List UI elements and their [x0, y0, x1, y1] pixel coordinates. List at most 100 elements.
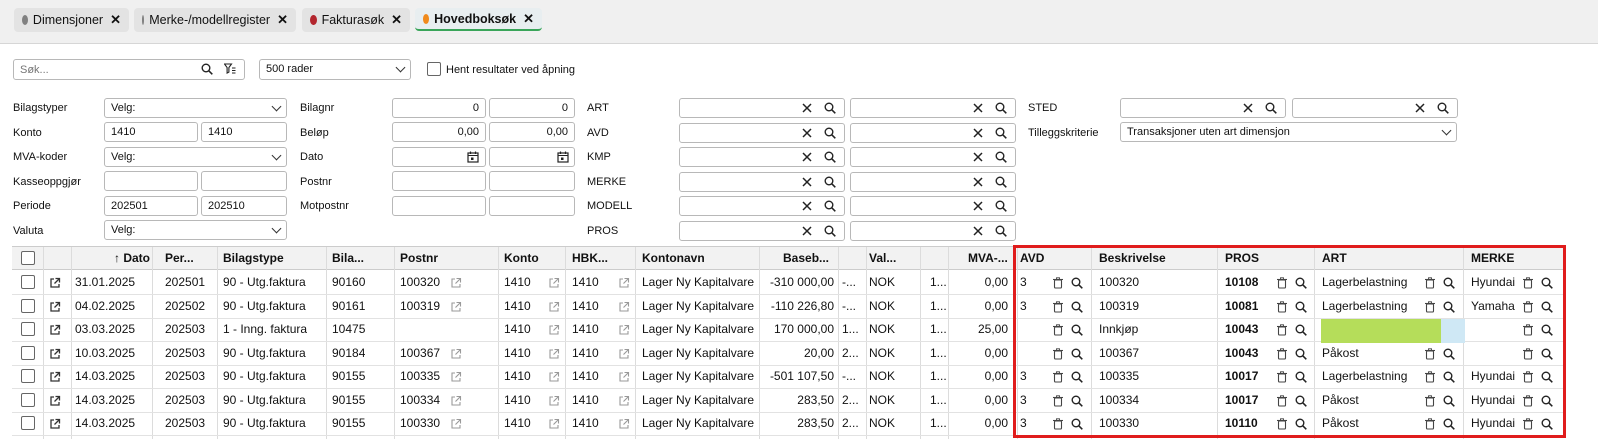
- avd-from-input[interactable]: [679, 122, 845, 143]
- clear-icon[interactable]: [971, 101, 985, 115]
- konto-to-input[interactable]: 1410: [201, 122, 287, 142]
- search-icon[interactable]: [1540, 394, 1554, 408]
- search-icon[interactable]: [823, 199, 837, 213]
- periode-from-input[interactable]: 202501: [104, 196, 198, 216]
- art-to-input[interactable]: [850, 98, 1016, 118]
- clear-icon[interactable]: [800, 199, 814, 213]
- search-icon[interactable]: [1442, 347, 1456, 361]
- clear-icon[interactable]: [971, 126, 985, 140]
- clear-icon[interactable]: [1413, 101, 1427, 115]
- trash-icon[interactable]: [1521, 300, 1535, 314]
- mva-koder-select[interactable]: Velg:: [104, 147, 287, 167]
- open-external-icon[interactable]: [449, 394, 463, 408]
- clear-icon[interactable]: [800, 150, 814, 164]
- open-external-icon[interactable]: [48, 370, 62, 384]
- bilagstyper-select[interactable]: Velg:: [104, 98, 287, 118]
- column-pros[interactable]: PROS: [1225, 247, 1259, 270]
- fetch-on-open-checkbox[interactable]: [427, 62, 441, 76]
- trash-icon[interactable]: [1275, 370, 1289, 384]
- pros-to-input[interactable]: [850, 220, 1016, 241]
- column-hbk[interactable]: HBK...: [572, 247, 608, 270]
- open-external-icon[interactable]: [449, 417, 463, 431]
- column-art[interactable]: ART: [1322, 247, 1347, 270]
- search-icon[interactable]: [1540, 417, 1554, 431]
- column-valuta[interactable]: Val...: [869, 247, 896, 270]
- trash-icon[interactable]: [1275, 347, 1289, 361]
- trash-icon[interactable]: [1051, 370, 1065, 384]
- trash-icon[interactable]: [1423, 370, 1437, 384]
- belop-to-input[interactable]: 0,00: [489, 122, 575, 142]
- table-row[interactable]: 14.03.2025 202503 90 - Utg.faktura 90155 100…: [12, 365, 1566, 389]
- column-bilagnr[interactable]: Bila...: [332, 247, 364, 270]
- search-icon[interactable]: [1070, 370, 1084, 384]
- column-mva[interactable]: MVA-...: [968, 247, 1008, 270]
- trash-icon[interactable]: [1051, 323, 1065, 337]
- table-row[interactable]: 10.03.2025 202503 90 - Utg.faktura 90184 100…: [12, 342, 1566, 366]
- clear-icon[interactable]: [971, 224, 985, 238]
- column-bilagstype[interactable]: Bilagstype: [223, 247, 284, 270]
- search-icon[interactable]: [1442, 417, 1456, 431]
- open-external-icon[interactable]: [617, 300, 631, 314]
- trash-icon[interactable]: [1051, 347, 1065, 361]
- search-icon[interactable]: [823, 101, 837, 115]
- search-icon[interactable]: [994, 126, 1008, 140]
- trash-icon[interactable]: [1521, 347, 1535, 361]
- merke-from-input[interactable]: [679, 171, 845, 192]
- search-icon[interactable]: [823, 175, 837, 189]
- search-icon[interactable]: [1436, 101, 1450, 115]
- table-row[interactable]: 14.03.2025 202503 90 - Utg.faktura 90155 100…: [12, 412, 1566, 436]
- open-external-icon[interactable]: [48, 394, 62, 408]
- motpostnr-to-input[interactable]: [489, 196, 575, 216]
- open-external-icon[interactable]: [547, 417, 561, 431]
- tilleggskriterie-select[interactable]: Transaksjoner uten art dimensjon: [1120, 122, 1457, 142]
- open-external-icon[interactable]: [547, 370, 561, 384]
- open-external-icon[interactable]: [547, 323, 561, 337]
- tab-dimensjoner[interactable]: Dimensjoner ✕: [14, 8, 129, 32]
- art-from-input[interactable]: [679, 98, 845, 118]
- trash-icon[interactable]: [1521, 276, 1535, 290]
- search-icon[interactable]: [1294, 347, 1308, 361]
- column-avd[interactable]: AVD: [1020, 247, 1044, 270]
- trash-icon[interactable]: [1275, 394, 1289, 408]
- search-icon[interactable]: [1070, 300, 1084, 314]
- clear-icon[interactable]: [800, 175, 814, 189]
- search-icon[interactable]: [994, 101, 1008, 115]
- column-kontonavn[interactable]: Kontonavn: [642, 247, 705, 270]
- open-external-icon[interactable]: [617, 347, 631, 361]
- open-external-icon[interactable]: [617, 370, 631, 384]
- column-merke[interactable]: MERKE: [1471, 247, 1514, 270]
- open-external-icon[interactable]: [449, 347, 463, 361]
- trash-icon[interactable]: [1051, 417, 1065, 431]
- search-icon[interactable]: [1070, 276, 1084, 290]
- tab-merke-modellregister[interactable]: Merke-/modellregister ✕: [134, 8, 296, 32]
- search-icon[interactable]: [1540, 300, 1554, 314]
- row-checkbox[interactable]: [21, 345, 35, 360]
- search-icon[interactable]: [823, 150, 837, 164]
- rows-select[interactable]: 500 rader: [259, 59, 411, 80]
- filter-icon[interactable]: [223, 62, 237, 76]
- open-external-icon[interactable]: [48, 300, 62, 314]
- motpostnr-from-input[interactable]: [392, 196, 486, 216]
- open-external-icon[interactable]: [617, 323, 631, 337]
- open-external-icon[interactable]: [547, 276, 561, 290]
- periode-to-input[interactable]: 202510: [201, 196, 287, 216]
- kasseoppgjor-to-input[interactable]: [201, 171, 287, 191]
- trash-icon[interactable]: [1051, 394, 1065, 408]
- open-external-icon[interactable]: [547, 300, 561, 314]
- row-checkbox[interactable]: [21, 298, 35, 313]
- calendar-icon[interactable]: [466, 150, 480, 164]
- open-external-icon[interactable]: [48, 323, 62, 337]
- sted-to-input[interactable]: [1292, 98, 1458, 118]
- search-icon[interactable]: [994, 224, 1008, 238]
- open-external-icon[interactable]: [547, 394, 561, 408]
- row-checkbox[interactable]: [21, 369, 35, 383]
- clear-icon[interactable]: [971, 150, 985, 164]
- column-beskrivelse[interactable]: Beskrivelse: [1099, 247, 1166, 270]
- search-icon[interactable]: [994, 175, 1008, 189]
- trash-icon[interactable]: [1275, 300, 1289, 314]
- trash-icon[interactable]: [1423, 347, 1437, 361]
- search-icon[interactable]: [1442, 300, 1456, 314]
- search-icon[interactable]: [1442, 370, 1456, 384]
- column-periode[interactable]: Per...: [165, 247, 194, 270]
- search-icon[interactable]: [1540, 323, 1554, 337]
